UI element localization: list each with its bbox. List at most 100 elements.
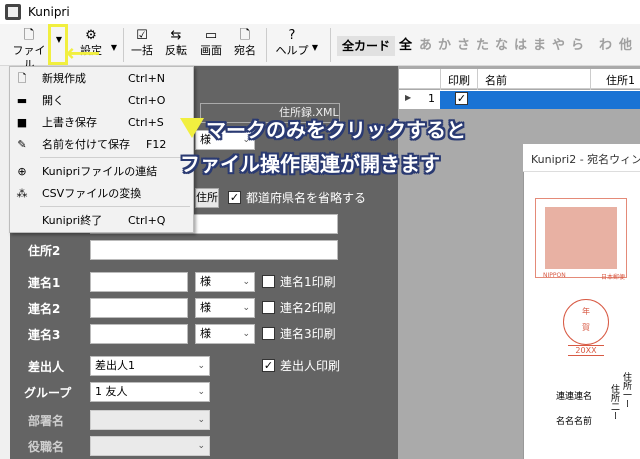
omit-pref-checkbox[interactable]: ✓ (228, 191, 241, 204)
renmei1-field[interactable] (90, 272, 188, 292)
stamp-nippon-label: NIPPON (543, 272, 566, 279)
kana-tab[interactable]: か (438, 36, 451, 56)
kana-tab[interactable]: は (514, 36, 527, 56)
save-icon: ■ (16, 116, 28, 129)
new-file-icon: 🗋 (17, 72, 27, 85)
sender-print-label: 差出人印刷 (280, 359, 341, 373)
renmei2-field[interactable] (90, 298, 188, 318)
chevron-down-icon: ⌄ (197, 415, 205, 425)
renmei1-honorific-select[interactable]: 様 ⌄ (195, 272, 255, 292)
help-button[interactable]: ? ヘルプ ▼ (272, 27, 319, 65)
dept-label: 部署名 (28, 414, 65, 428)
renmei2-label: 連名2 (28, 302, 61, 316)
swap-icon: ⇆ (170, 28, 182, 43)
grid-header-address1[interactable]: 住所1 (606, 72, 635, 88)
address2-label: 住所2 (28, 244, 61, 258)
renmei3-field[interactable] (90, 324, 188, 344)
pencil-icon: ✎ (17, 138, 27, 151)
kana-tab[interactable]: さ (457, 36, 470, 56)
menu-item-csv-convert[interactable]: ⁂ CSVファイルの変換 (10, 183, 193, 204)
convert-icon: ⁂ (16, 187, 28, 200)
main-name-text: 名名名前 (556, 417, 593, 427)
dropdown-highlight (48, 24, 68, 65)
renmei1-label: 連名1 (28, 276, 61, 290)
address-line1-vertical: 住所一ー (621, 372, 631, 408)
addressee-window-titlebar: Kunipri2 - 宛名ウィンドウ (523, 144, 640, 172)
renmei2-print-checkbox[interactable] (262, 301, 275, 314)
grid-header-print[interactable]: 印刷 (448, 72, 470, 88)
callout-line1: マークのみをクリックすると (206, 118, 466, 142)
address-button[interactable]: 住所 (195, 188, 219, 208)
toolbar-divider (266, 28, 267, 62)
folder-icon: ▬ (16, 94, 28, 107)
row-pointer-icon: ▶ (405, 93, 412, 102)
chevron-down-icon: ⌄ (197, 361, 205, 371)
bulk-button[interactable]: ☑ 一括 (128, 27, 156, 65)
reverse-button[interactable]: ⇆ 反転 (162, 27, 190, 65)
renmei3-label: 連名3 (28, 328, 61, 342)
stamp-image (545, 207, 617, 269)
app-icon (5, 4, 21, 20)
sender-print-checkbox[interactable]: ✓ (262, 359, 275, 372)
kana-tab[interactable]: 他 (619, 36, 632, 56)
kana-tab[interactable]: や (552, 36, 565, 56)
help-icon: ? (288, 28, 296, 43)
grid-header-name[interactable]: 名前 (485, 72, 507, 88)
menu-divider (40, 206, 190, 207)
sender-label: 差出人 (28, 360, 65, 374)
joint-name-text: 連連連名 (556, 392, 593, 402)
menu-item-exit[interactable]: Kunipri終了 Ctrl+Q (10, 210, 193, 231)
kana-tab[interactable]: た (476, 36, 489, 56)
kana-tab[interactable]: あ (419, 36, 432, 56)
grid-header (399, 69, 640, 89)
omit-pref-label: 都道府県名を省略する (246, 191, 367, 205)
position-select[interactable]: ⌄ (90, 436, 210, 456)
kana-tab[interactable]: ら (571, 36, 584, 56)
chevron-down-icon: ⌄ (242, 303, 250, 313)
arrow-left-icon: ⟵ (66, 39, 101, 67)
postmark-bottom: 賀 (582, 323, 590, 332)
addressee-button[interactable]: 🗋 宛名 (231, 27, 259, 65)
group-label: グループ (24, 386, 72, 400)
group-select[interactable]: 1 友人 ⌄ (90, 382, 210, 402)
chevron-down-icon: ⌄ (242, 329, 250, 339)
kana-tab-all[interactable]: 全 (399, 36, 412, 56)
menu-item-save-as[interactable]: ✎ 名前を付けて保存 F12 (10, 134, 193, 155)
menu-item-save[interactable]: ■ 上書き保存 Ctrl+S (10, 112, 193, 133)
kana-tab[interactable]: ま (533, 36, 546, 56)
menu-item-merge[interactable]: ⊕ Kunipriファイルの連結 (10, 161, 193, 182)
renmei2-print-label: 連名2印刷 (280, 301, 336, 315)
sender-select[interactable]: 差出人1 ⌄ (90, 356, 210, 376)
renmei3-print-checkbox[interactable] (262, 327, 275, 340)
kana-tab[interactable]: わ (599, 36, 612, 56)
row-number: 1 (428, 92, 435, 105)
callout-line2: ファイル操作関連が開きます (180, 152, 440, 176)
checkbox-icon: ☑ (136, 28, 148, 43)
renmei1-print-label: 連名1印刷 (280, 275, 336, 289)
menu-item-new[interactable]: 🗋 新規作成 Ctrl+N (10, 68, 193, 89)
renmei3-honorific-select[interactable]: 様 ⌄ (195, 324, 255, 344)
address2-field[interactable] (90, 240, 338, 260)
stamp-post-label: 日本郵便 (601, 274, 626, 281)
menu-divider (40, 157, 190, 158)
chevron-down-icon: ▼ (110, 43, 117, 52)
renmei3-print-label: 連名3印刷 (280, 327, 336, 341)
kana-tab[interactable]: な (495, 36, 508, 56)
chevron-down-icon: ⌄ (197, 441, 205, 451)
title-bar (0, 0, 640, 24)
file-icon: 🗋 (23, 28, 35, 43)
dept-select[interactable]: ⌄ (90, 410, 210, 430)
row-print-checkbox[interactable]: ✓ (455, 92, 468, 105)
monitor-icon: ▭ (204, 28, 218, 43)
renmei2-honorific-select[interactable]: 様 ⌄ (195, 298, 255, 318)
position-label: 役職名 (28, 440, 65, 454)
screen-button[interactable]: ▭ 画面 (197, 27, 225, 65)
chevron-down-icon: ⌄ (197, 387, 205, 397)
file-button[interactable]: 🗋 ファイル (8, 27, 50, 71)
triangle-marker-icon (180, 118, 204, 138)
file-menu: 🗋 新規作成 Ctrl+N ▬ 開く Ctrl+O ■ 上書き保存 Ctrl+S… (9, 66, 194, 233)
renmei1-print-checkbox[interactable] (262, 275, 275, 288)
all-cards-tab[interactable]: 全カード (337, 36, 395, 56)
chevron-down-icon: ⌄ (242, 277, 250, 287)
menu-item-open[interactable]: ▬ 開く Ctrl+O (10, 90, 193, 111)
